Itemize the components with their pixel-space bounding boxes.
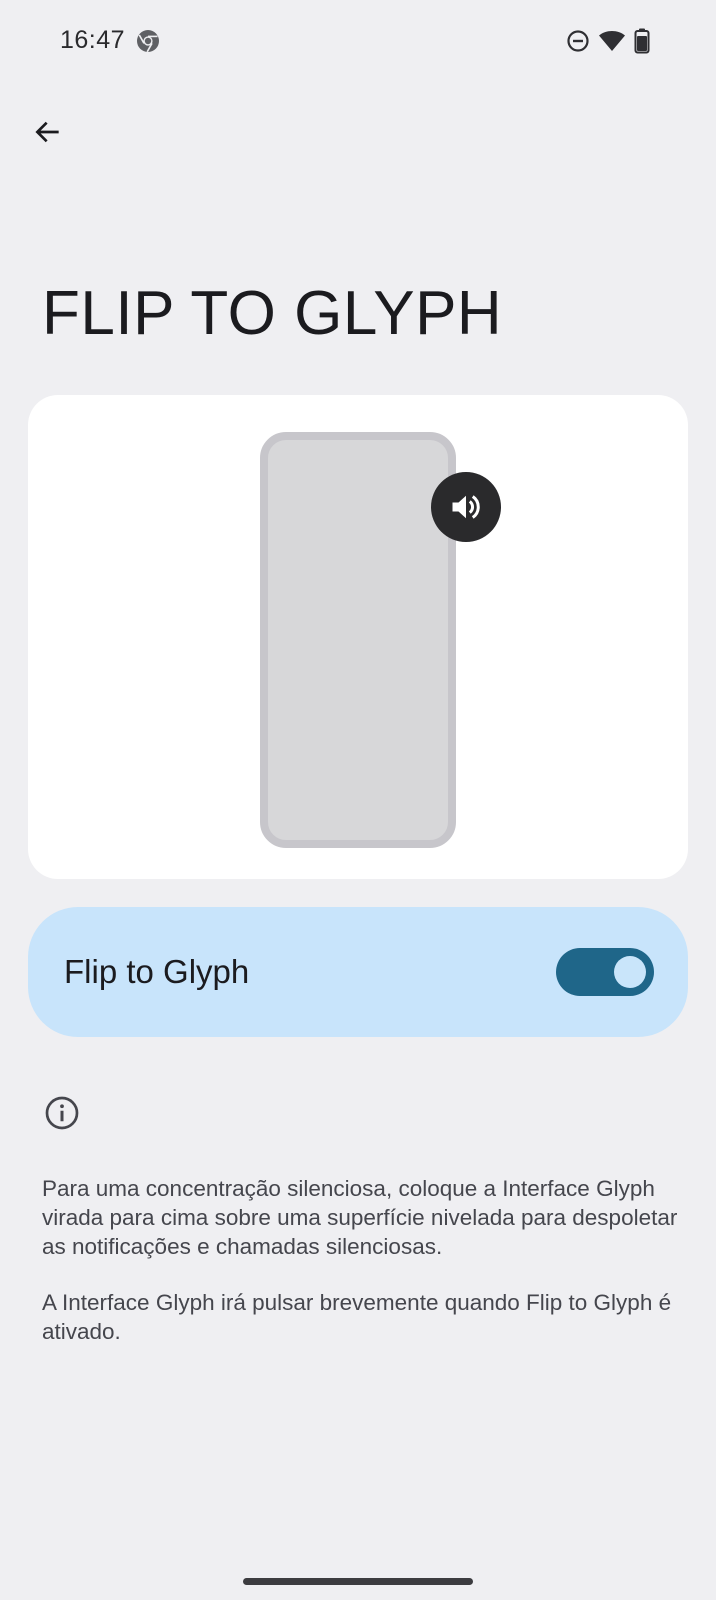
status-bar: 16:47	[0, 0, 716, 84]
illustration-card	[28, 395, 688, 879]
page-title: FLIP TO GLYPH	[42, 279, 503, 348]
battery-icon	[634, 28, 650, 54]
phone-illustration	[260, 432, 456, 848]
gesture-nav-handle[interactable]	[243, 1578, 473, 1585]
volume-badge	[431, 472, 501, 542]
description-paragraph-1: Para uma concentração silenciosa, coloqu…	[42, 1176, 678, 1259]
wifi-icon	[599, 31, 625, 51]
volume-up-icon	[452, 495, 480, 519]
toggle-label: Flip to Glyph	[64, 953, 250, 990]
status-time: 16:47	[60, 26, 126, 54]
flip-to-glyph-switch[interactable]	[556, 948, 654, 996]
flip-to-glyph-toggle-row[interactable]: Flip to Glyph	[28, 907, 688, 1037]
arrow-left-icon	[35, 121, 59, 143]
do-not-disturb-icon	[567, 30, 589, 52]
back-button[interactable]	[24, 108, 72, 156]
switch-thumb	[614, 956, 646, 988]
status-icons	[566, 28, 650, 54]
description-paragraph-2: A Interface Glyph irá pulsar brevemente …	[42, 1290, 672, 1344]
chrome-icon	[137, 30, 159, 53]
info-icon	[45, 1096, 79, 1130]
